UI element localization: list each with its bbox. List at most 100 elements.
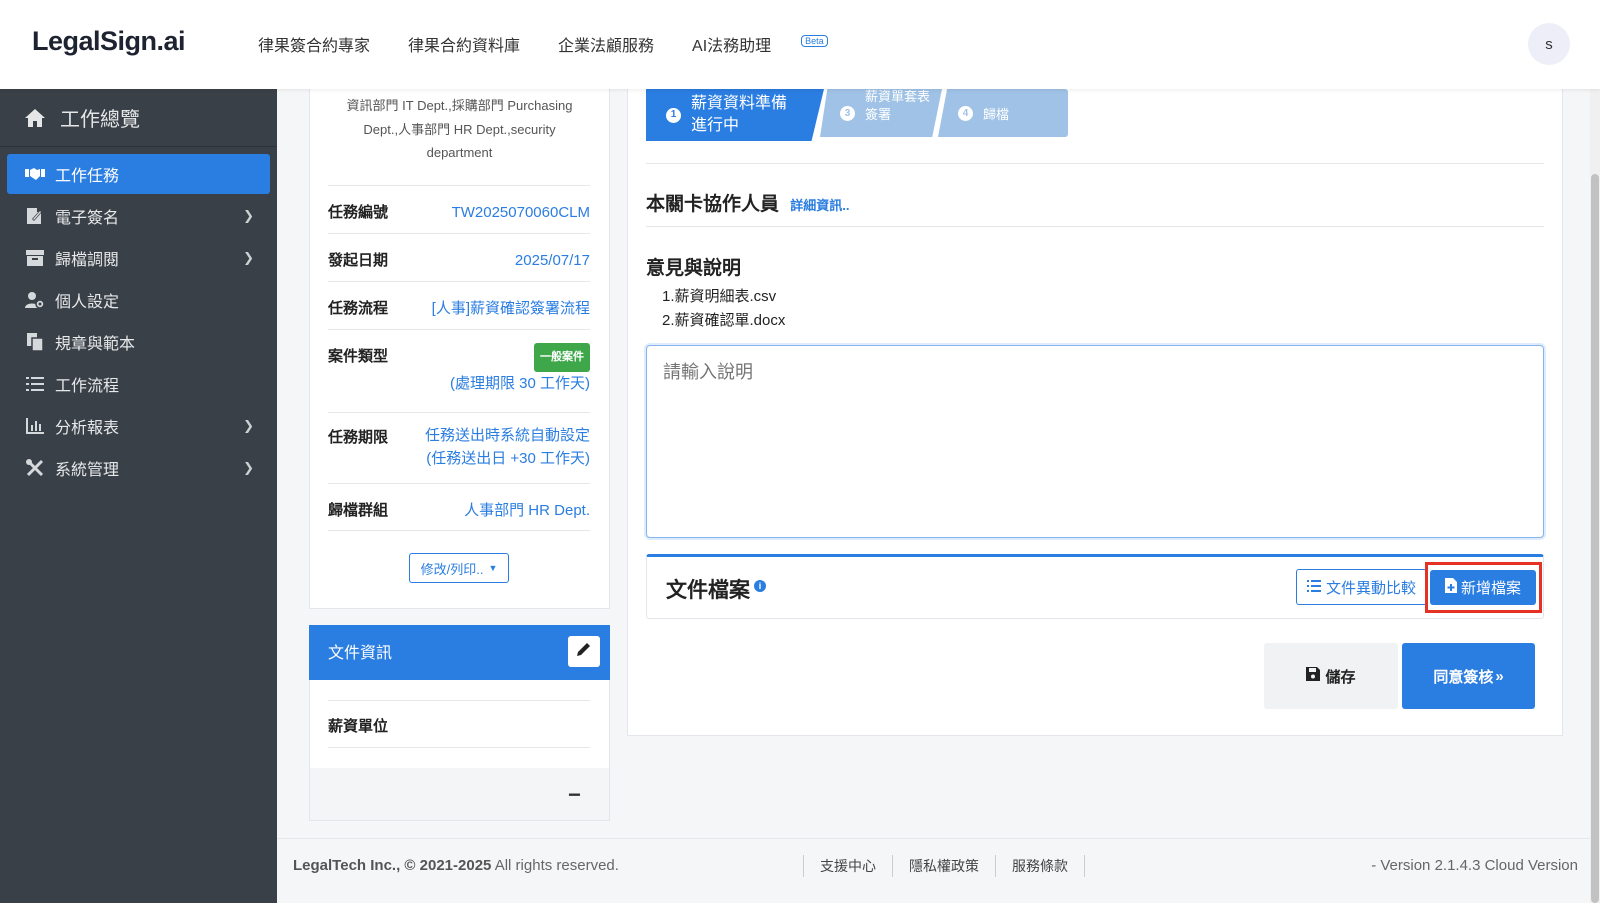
case-type-tag: 一般案件 [534, 343, 590, 372]
add-file-label: 新增檔案 [1460, 580, 1521, 597]
task-number-row: 任務編號 TW2025070060CLM [328, 185, 590, 233]
modify-print-dropdown[interactable]: 修改/列印.. ▼ [409, 553, 509, 583]
sidebar-item-system[interactable]: 系統管理 ❯ [7, 448, 270, 488]
add-file-button[interactable]: 新增檔案 [1430, 570, 1536, 605]
sidebar-header[interactable]: 工作總覽 [0, 89, 277, 147]
nav-contract-expert[interactable]: 律果簽合約專家 [258, 32, 370, 56]
file-item: 2.薪資確認單.docx [662, 311, 786, 329]
save-label: 儲存 [1325, 668, 1356, 686]
sidebar-item-label: 規章與範本 [55, 336, 136, 353]
sidebar-item-label: 電子簽名 [55, 210, 120, 227]
double-chevron-right-icon: » [1495, 667, 1504, 685]
tools-icon [25, 458, 45, 478]
flow-row: 任務流程 [人事]薪資確認簽署流程 [328, 281, 590, 329]
group-row: 歸檔群組 人事部門 HR Dept. [328, 483, 590, 531]
copyright-years: © 2021-2025 [404, 857, 492, 874]
step-number: 3 [840, 105, 855, 121]
start-date-row: 發起日期 2025/07/17 [328, 233, 590, 281]
sidebar-item-reports[interactable]: 分析報表 ❯ [7, 406, 270, 446]
collaborators-title: 本關卡協作人員 [646, 194, 780, 215]
info-icon[interactable]: i [754, 580, 766, 592]
document-files-title: 文件檔案 i [666, 574, 766, 604]
step-label: 薪資單套表 簽署 [865, 89, 931, 122]
nav-legal-service[interactable]: 企業法顧服務 [558, 32, 654, 56]
details-link[interactable]: 詳細資訊.. [790, 198, 849, 213]
step-4[interactable]: 4 歸檔 [938, 89, 1068, 137]
group-label: 歸檔群組 [328, 502, 389, 519]
nav-ai-assistant-label: AI法務助理 [692, 38, 772, 55]
chart-icon [25, 416, 45, 436]
nav-ai-assistant[interactable]: AI法務助理 Beta [692, 32, 828, 56]
salary-unit-row: 薪資單位 [328, 700, 590, 748]
comment-textarea[interactable] [646, 345, 1544, 538]
scrollbar-thumb[interactable] [1591, 174, 1599, 903]
opinion-file-list: 1.薪資明細表.csv 2.薪資確認單.docx [662, 285, 785, 332]
company-name: LegalTech Inc., [293, 857, 401, 874]
collapse-minus-icon[interactable]: − [568, 782, 581, 808]
approve-button[interactable]: 同意簽核 » [1402, 643, 1535, 709]
edit-button[interactable] [568, 636, 600, 667]
start-date-value: 2025/07/17 [514, 252, 590, 269]
floppy-icon [1306, 667, 1321, 685]
step-3[interactable]: 3 薪資單套表 簽署 [820, 89, 942, 137]
footer-link-support[interactable]: 支援中心 [803, 855, 893, 877]
chevron-right-icon: ❯ [243, 418, 254, 433]
start-date-label: 發起日期 [328, 252, 389, 269]
case-deadline: (處理期限 30 工作天) [449, 375, 590, 392]
step-1[interactable]: 1 薪資資料準備 進行中 [646, 89, 824, 141]
sidebar-item-templates[interactable]: 規章與範本 [7, 322, 270, 362]
list-check-icon [25, 374, 45, 394]
group-value: 人事部門 HR Dept. [464, 502, 590, 519]
footer-links: 支援中心 隱私權政策 服務條款 [803, 855, 1085, 877]
sidebar-item-label: 歸檔調閱 [55, 252, 120, 269]
sidebar-item-label: 工作任務 [55, 168, 120, 185]
sidebar-item-workflow[interactable]: 工作流程 [7, 364, 270, 404]
departments-text: 資訊部門 IT Dept.,採購部門 Purchasing Dept.,人事部門… [346, 98, 573, 160]
approve-label: 同意簽核 [1433, 668, 1494, 686]
task-number-label: 任務編號 [328, 204, 389, 221]
file-item: 1.薪資明細表.csv [662, 288, 777, 305]
archive-icon [25, 248, 45, 268]
divider [646, 226, 1544, 227]
doc-info-footer [310, 768, 609, 820]
file-plus-icon [1444, 578, 1457, 597]
copyright: LegalTech Inc., © 2021-2025 All rights r… [293, 857, 619, 874]
signature-icon [25, 206, 45, 226]
salary-unit-label: 薪資單位 [328, 718, 389, 735]
flow-value[interactable]: [人事]薪資確認簽署流程 [432, 297, 590, 320]
version-text: - Version 2.1.4.3 Cloud Version [1371, 857, 1578, 874]
sidebar-item-tasks[interactable]: 工作任務 [7, 154, 270, 194]
doc-info-title: 文件資訊 [328, 645, 393, 662]
footer-link-terms[interactable]: 服務條款 [995, 855, 1085, 877]
chevron-right-icon: ❯ [243, 250, 254, 265]
sidebar-item-label: 系統管理 [55, 462, 120, 479]
footer-link-privacy[interactable]: 隱私權政策 [892, 855, 996, 877]
rights-text: All rights reserved. [494, 857, 619, 874]
case-type-label: 案件類型 [328, 348, 389, 365]
copy-icon [25, 332, 45, 352]
sidebar-item-esign[interactable]: 電子簽名 ❯ [7, 196, 270, 236]
sidebar-item-archive[interactable]: 歸檔調閱 ❯ [7, 238, 270, 278]
sidebar-item-personal-settings[interactable]: 個人設定 [7, 280, 270, 320]
collaborators-heading: 本關卡協作人員 詳細資訊.. [646, 189, 850, 216]
case-type-row: 案件類型 一般案件 (處理期限 30 工作天) [328, 329, 590, 404]
step-number: 1 [666, 107, 681, 123]
opinion-heading: 意見與說明 [646, 258, 742, 279]
deadline-value: 任務送出時系統自動設定 (任務送出日 +30 工作天) [425, 424, 590, 470]
sidebar-item-label: 分析報表 [55, 420, 120, 437]
home-icon [24, 107, 46, 129]
divider [646, 163, 1544, 164]
avatar[interactable]: s [1528, 23, 1570, 65]
deadline-line2: (任務送出日 +30 工作天) [426, 450, 590, 467]
logo[interactable]: LegalSign.ai [32, 26, 186, 57]
beta-badge: Beta [801, 35, 828, 47]
top-bar: LegalSign.ai 律果簽合約專家 律果合約資料庫 企業法顧服務 AI法務… [0, 0, 1600, 89]
compare-changes-button[interactable]: 文件異動比較 [1296, 569, 1427, 605]
task-number-value: TW2025070060CLM [451, 204, 590, 221]
save-button[interactable]: 儲存 [1264, 643, 1398, 709]
nav-contract-database[interactable]: 律果合約資料庫 [408, 32, 520, 56]
sidebar: 工作總覽 工作任務 電子簽名 ❯ 歸檔調閱 ❯ 個人設定 規章與範本 工作流程 … [0, 89, 277, 903]
compare-label: 文件異動比較 [1325, 579, 1416, 597]
deadline-label: 任務期限 [328, 429, 389, 446]
user-gear-icon [25, 290, 45, 310]
